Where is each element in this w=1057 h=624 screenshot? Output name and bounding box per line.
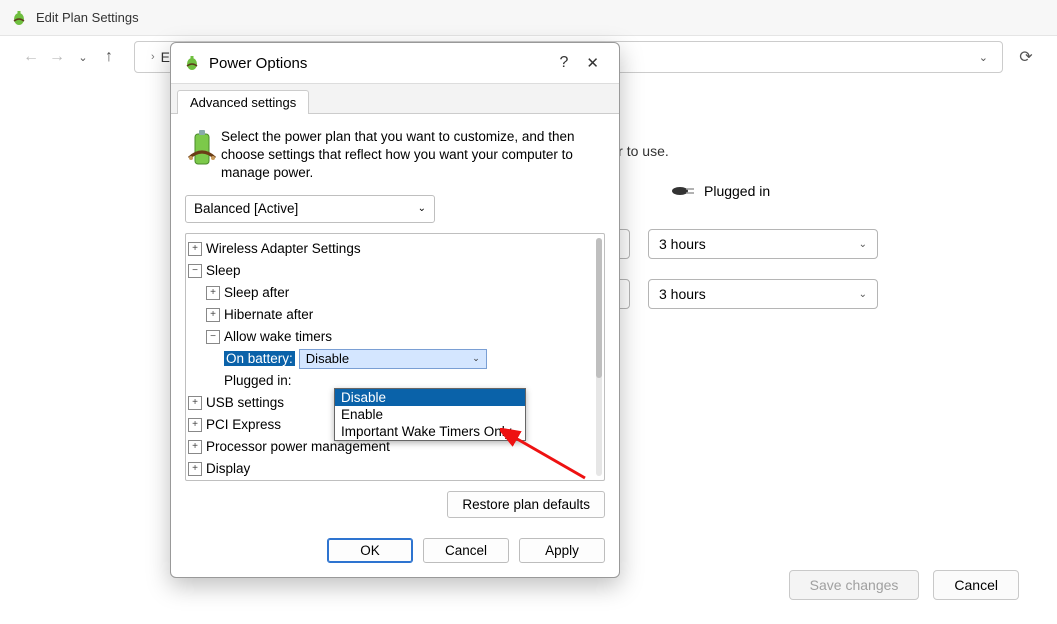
breadcrumb-separator-icon: › [151, 51, 155, 63]
chevron-down-icon: ⌄ [859, 239, 867, 250]
scrollbar[interactable] [596, 238, 602, 476]
settings-tree[interactable]: +Wireless Adapter Settings −Sleep +Sleep… [185, 233, 605, 481]
on-battery-value-dropdown[interactable]: Disable⌄ [299, 349, 487, 369]
on-battery-label[interactable]: On battery: [224, 351, 295, 366]
up-icon[interactable]: ↑ [96, 48, 122, 66]
tree-item-sleep[interactable]: Sleep [206, 263, 241, 278]
save-changes-button[interactable]: Save changes [789, 570, 920, 600]
window-title: Edit Plan Settings [36, 10, 139, 25]
sleep-plugged-dropdown[interactable]: 3 hours⌄ [648, 279, 878, 309]
display-off-plugged-dropdown[interactable]: 3 hours⌄ [648, 229, 878, 259]
power-plan-value: Balanced [Active] [194, 201, 298, 216]
tree-item[interactable]: Display [206, 461, 250, 476]
dialog-tabbar: Advanced settings [171, 83, 619, 113]
plugged-in-column-label: Plugged in [704, 183, 770, 199]
tree-item[interactable]: Sleep after [224, 285, 289, 300]
collapse-icon[interactable]: − [206, 330, 220, 344]
tree-item[interactable]: Hibernate after [224, 307, 313, 322]
help-icon[interactable]: ? [550, 54, 579, 72]
dialog-footer: OK Cancel Apply [171, 528, 619, 577]
power-options-dialog: Power Options ? ✕ Advanced settings Sele… [170, 42, 620, 578]
chevron-down-icon: ⌄ [472, 353, 480, 364]
battery-large-icon [185, 128, 221, 183]
expand-icon[interactable]: + [206, 308, 220, 322]
ok-button[interactable]: OK [327, 538, 413, 563]
expand-icon[interactable]: + [188, 418, 202, 432]
chevron-down-icon: ⌄ [859, 289, 867, 300]
tree-item-allow-wake-timers[interactable]: Allow wake timers [224, 329, 332, 344]
option-disable[interactable]: Disable [335, 389, 525, 406]
tree-item[interactable]: Processor power management [206, 439, 390, 454]
plugged-in-column: Plugged in [670, 183, 920, 199]
collapse-icon[interactable]: − [188, 264, 202, 278]
dialog-description: Select the power plan that you want to c… [221, 128, 605, 183]
tab-advanced-settings[interactable]: Advanced settings [177, 90, 309, 114]
restore-defaults-button[interactable]: Restore plan defaults [447, 491, 605, 518]
apply-button[interactable]: Apply [519, 538, 605, 563]
dialog-titlebar: Power Options ? ✕ [171, 43, 619, 83]
refresh-icon[interactable]: ⟳ [1013, 47, 1039, 67]
chevron-down-icon[interactable]: ⌄ [975, 51, 992, 64]
expand-icon[interactable]: + [206, 286, 220, 300]
power-plan-select[interactable]: Balanced [Active] ⌄ [185, 195, 435, 223]
tree-item[interactable]: USB settings [206, 395, 284, 410]
expand-icon[interactable]: + [188, 242, 202, 256]
wake-timer-options-list[interactable]: Disable Enable Important Wake Timers Onl… [334, 388, 526, 441]
dialog-cancel-button[interactable]: Cancel [423, 538, 509, 563]
dialog-body: Select the power plan that you want to c… [171, 113, 619, 528]
expand-icon[interactable]: + [188, 396, 202, 410]
chevron-down-icon: ⌄ [418, 203, 426, 214]
forward-icon[interactable]: → [44, 48, 70, 66]
recent-chevron-icon[interactable]: ⌄ [70, 51, 96, 64]
option-enable[interactable]: Enable [335, 406, 525, 423]
page-footer-buttons: Save changes Cancel [789, 570, 1019, 600]
tree-item[interactable]: Wireless Adapter Settings [206, 241, 361, 256]
main-titlebar: Edit Plan Settings [0, 0, 1057, 36]
close-icon[interactable]: ✕ [578, 54, 607, 72]
expand-icon[interactable]: + [188, 440, 202, 454]
plug-icon [670, 184, 696, 198]
expand-icon[interactable]: + [188, 462, 202, 476]
dialog-icon [183, 54, 201, 72]
cancel-button[interactable]: Cancel [933, 570, 1019, 600]
dialog-title: Power Options [209, 55, 307, 72]
plugged-in-label[interactable]: Plugged in: [224, 373, 292, 388]
power-plan-icon [10, 9, 28, 27]
back-icon[interactable]: ← [18, 48, 44, 66]
option-important-only[interactable]: Important Wake Timers Only [335, 423, 525, 440]
scrollbar-thumb[interactable] [596, 238, 602, 378]
tree-item[interactable]: PCI Express [206, 417, 281, 432]
